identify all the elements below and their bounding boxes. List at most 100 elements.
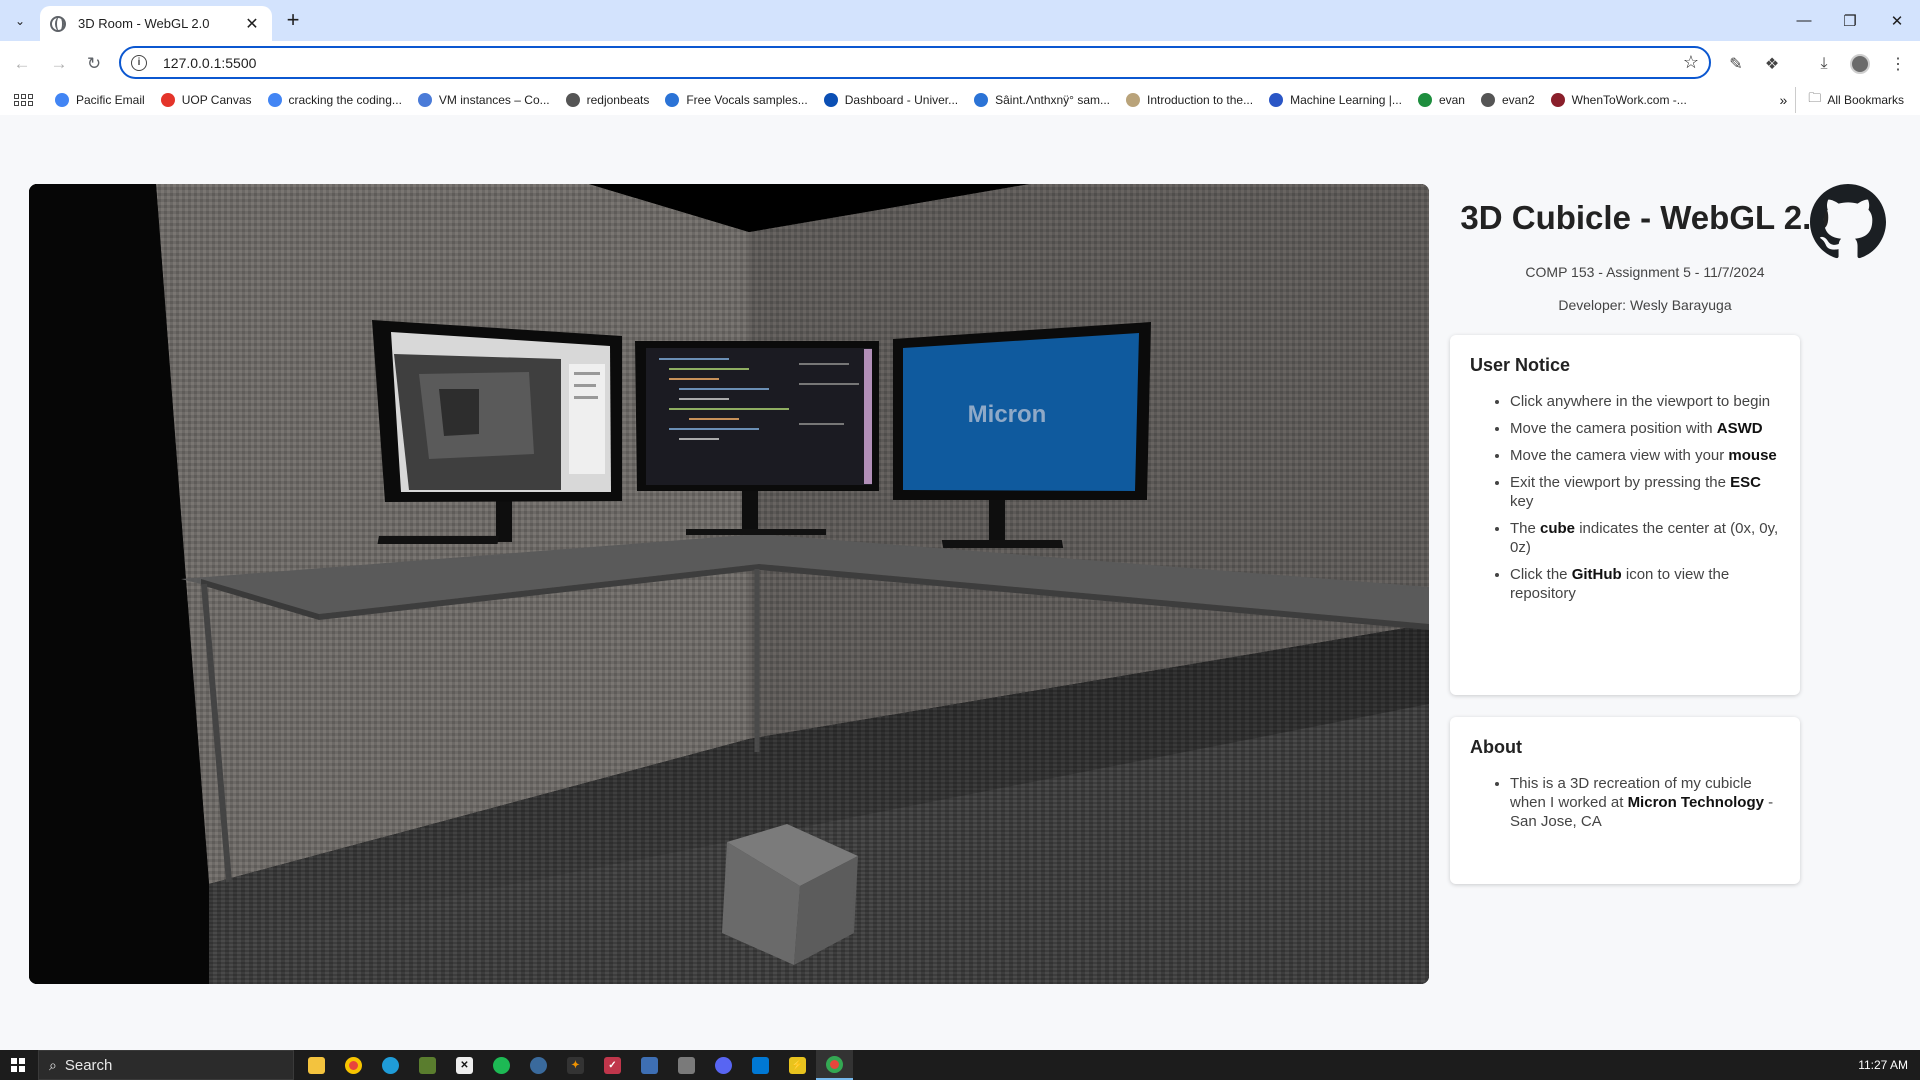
- notice-item: Click the GitHub icon to view the reposi…: [1510, 565, 1780, 603]
- w2w-icon: [1550, 93, 1565, 107]
- back-icon[interactable]: ←: [8, 50, 36, 78]
- notice-item-bold: mouse: [1728, 447, 1777, 464]
- about-list: This is a 3D recreation of my cubicle wh…: [1470, 774, 1780, 831]
- bookmark-star-icon[interactable]: ☆: [1683, 52, 1699, 73]
- notice-item-pre: The: [1510, 520, 1541, 537]
- file-explorer-icon[interactable]: [298, 1050, 335, 1080]
- bookmark-item[interactable]: evan: [1410, 87, 1473, 113]
- course-subtitle: COMP 153 - Assignment 5 - 11/7/2024: [1525, 264, 1765, 280]
- about-company: Micron Technology: [1627, 794, 1764, 811]
- extension-pen-icon[interactable]: ✎: [1722, 50, 1750, 78]
- tab-active[interactable]: 3D Room - WebGL 2.0 ✕: [40, 6, 272, 41]
- bookmark-item[interactable]: Sâint.Λnthxnÿ° sam...: [966, 87, 1118, 113]
- user-notice-list: Click anywhere in the viewport to begin M…: [1470, 392, 1780, 603]
- chrome-active-icon[interactable]: [816, 1050, 853, 1080]
- bookmark-item[interactable]: VM instances – Co...: [410, 87, 558, 113]
- page-title: 3D Cubicle - WebGL 2.0: [1460, 199, 1830, 236]
- taskbar-clock[interactable]: 11:27 AM: [1858, 1058, 1908, 1072]
- reload-icon[interactable]: ↻: [80, 50, 108, 78]
- google-icon: [267, 93, 282, 107]
- restore-icon[interactable]: ❐: [1827, 0, 1873, 41]
- bookmark-label: UOP Canvas: [181, 93, 252, 107]
- bookmarks-overflow-icon[interactable]: »: [1772, 87, 1796, 113]
- bookmark-item[interactable]: cracking the coding...: [260, 87, 410, 113]
- right-monitor: Micron: [893, 322, 1151, 500]
- bookmark-item[interactable]: redjonbeats: [558, 87, 658, 113]
- chrome-icon[interactable]: [335, 1050, 372, 1080]
- webgl-viewport[interactable]: Micron: [29, 184, 1429, 984]
- bookmark-label: VM instances – Co...: [438, 93, 550, 107]
- tab-search-chevron-icon[interactable]: ⌄: [8, 9, 32, 33]
- tab-title: 3D Room - WebGL 2.0: [78, 16, 210, 31]
- notice-item-pre: Move the camera position with: [1510, 420, 1717, 437]
- tab-strip: ⌄ 3D Room - WebGL 2.0 ✕ + — ❐ ✕: [0, 0, 1920, 41]
- notice-item: Move the camera view with your mouse: [1510, 446, 1780, 465]
- coursera-icon: [1269, 93, 1284, 107]
- snipping-tool-icon[interactable]: [668, 1050, 705, 1080]
- dashboard-icon: [823, 93, 838, 107]
- bookmark-item[interactable]: evan2: [1473, 87, 1543, 113]
- windows-taskbar: ⌕ Search ✕ ✦ ✓ ⚡ 11:27 AM: [0, 1050, 1920, 1080]
- download-icon[interactable]: ⤓: [1810, 50, 1838, 78]
- bookmark-label: Sâint.Λnthxnÿ° sam...: [995, 93, 1110, 107]
- minimize-icon[interactable]: —: [1781, 0, 1827, 41]
- center-monitor: [635, 341, 879, 491]
- waveform-icon: [665, 93, 680, 107]
- bookmark-item[interactable]: Pacific Email: [47, 87, 153, 113]
- tab-close-icon[interactable]: ✕: [242, 14, 262, 34]
- notepad-icon[interactable]: [631, 1050, 668, 1080]
- fl-studio-icon[interactable]: ✦: [557, 1050, 594, 1080]
- forward-icon[interactable]: →: [45, 50, 73, 78]
- bookmark-label: evan2: [1501, 93, 1535, 107]
- vscode-icon[interactable]: [742, 1050, 779, 1080]
- web-icon: [565, 93, 580, 107]
- bookmark-item[interactable]: Machine Learning |...: [1261, 87, 1410, 113]
- discord-icon[interactable]: [705, 1050, 742, 1080]
- bookmark-label: Introduction to the...: [1147, 93, 1254, 107]
- minecraft-icon[interactable]: [409, 1050, 446, 1080]
- capcut-icon[interactable]: ✕: [446, 1050, 483, 1080]
- bookmark-item[interactable]: Free Vocals samples...: [657, 87, 815, 113]
- profile-avatar-icon[interactable]: [1846, 50, 1874, 78]
- doc-icon: [1126, 93, 1140, 107]
- github-icon[interactable]: [1810, 184, 1886, 260]
- notice-item-pre: Move the camera view with your: [1510, 447, 1729, 464]
- bookmark-item[interactable]: Introduction to the...: [1118, 87, 1261, 113]
- bookmark-item[interactable]: WhenToWork.com -...: [1543, 87, 1695, 113]
- left-monitor: [372, 320, 622, 502]
- notice-item: Exit the viewport by pressing the ESC ke…: [1510, 473, 1780, 511]
- lightning-app-icon[interactable]: ⚡: [779, 1050, 816, 1080]
- extensions-puzzle-icon[interactable]: ❖: [1758, 50, 1786, 78]
- notice-item-bold: GitHub: [1571, 566, 1622, 583]
- apps-grid-icon[interactable]: [0, 87, 47, 113]
- bookmark-item[interactable]: Dashboard - Univer...: [816, 87, 966, 113]
- windows-start-icon[interactable]: [11, 1058, 25, 1072]
- taskbar-apps: ✕ ✦ ✓ ⚡: [298, 1050, 853, 1080]
- check-app-icon[interactable]: ✓: [594, 1050, 631, 1080]
- edge-icon[interactable]: [372, 1050, 409, 1080]
- notice-item-bold: cube: [1540, 520, 1576, 537]
- all-bookmarks-label: All Bookmarks: [1827, 93, 1904, 107]
- bookmark-item[interactable]: UOP Canvas: [153, 87, 260, 113]
- bookmark-label: Pacific Email: [76, 93, 145, 107]
- address-bar[interactable]: i ☆: [119, 46, 1711, 79]
- taskbar-search[interactable]: ⌕ Search: [38, 1050, 294, 1080]
- more-menu-icon[interactable]: ⋮: [1884, 50, 1912, 78]
- folder-icon: 🗀: [1808, 90, 1822, 105]
- new-tab-button[interactable]: +: [280, 8, 306, 34]
- waveform-icon: [974, 93, 989, 107]
- notice-item-pre: Click the: [1510, 566, 1572, 583]
- taskbar-search-label: Search: [64, 1056, 113, 1074]
- canvas-icon: [160, 93, 175, 107]
- steam-icon[interactable]: [520, 1050, 557, 1080]
- notice-item-post: key: [1510, 493, 1534, 510]
- notice-item-bold: ASWD: [1716, 420, 1763, 437]
- spotify-icon[interactable]: [483, 1050, 520, 1080]
- url-input[interactable]: [163, 54, 1563, 71]
- site-info-icon[interactable]: i: [131, 54, 147, 71]
- all-bookmarks-button[interactable]: 🗀 All Bookmarks: [1795, 87, 1912, 113]
- bookmark-label: evan: [1438, 93, 1465, 107]
- cubicle-scene: Micron: [29, 184, 1429, 984]
- bookmark-label: Free Vocals samples...: [686, 93, 808, 107]
- close-window-icon[interactable]: ✕: [1874, 0, 1920, 41]
